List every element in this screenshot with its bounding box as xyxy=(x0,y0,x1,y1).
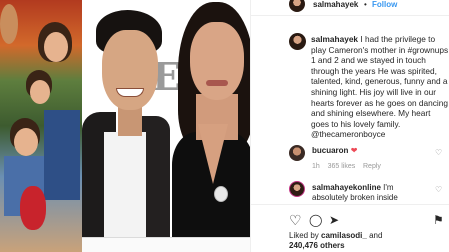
post-caption: salmahayek I had the privilege to play C… xyxy=(311,34,449,140)
photo-figure xyxy=(206,80,228,86)
bookmark-icon[interactable]: ⚑ xyxy=(433,213,444,227)
comment-item: bucuaron ❤ xyxy=(312,146,357,155)
photo-figure xyxy=(44,110,80,200)
photo-brooch xyxy=(214,186,228,202)
comment-username[interactable]: salmahayekonline xyxy=(312,183,381,192)
photo-toy xyxy=(20,186,46,230)
post-side-panel: salmahayek • Follow salmahayek I had the… xyxy=(250,0,449,252)
avatar[interactable] xyxy=(289,145,305,161)
avatar[interactable] xyxy=(289,0,305,12)
comment-username[interactable]: bucuaron xyxy=(312,146,348,155)
photo-figure xyxy=(14,128,38,156)
heart-icon[interactable]: ♡ xyxy=(289,213,302,227)
post-actions: ♡ ◯ ➤ ⚑ Liked by camilasodi_ and 240,476… xyxy=(251,204,449,252)
previous-post-photo xyxy=(0,0,82,252)
avatar[interactable] xyxy=(289,181,305,197)
avatar[interactable] xyxy=(289,33,306,50)
header-username[interactable]: salmahayek xyxy=(313,0,358,9)
follow-button[interactable]: Follow xyxy=(372,0,397,9)
post-header: salmahayek • Follow xyxy=(251,0,449,16)
caption-username[interactable]: salmahayek xyxy=(311,34,358,44)
comment-item: salmahayekonline I'm absolutely broken i… xyxy=(312,183,430,203)
photo-figure xyxy=(30,80,50,104)
comment-time: 1h xyxy=(312,163,320,170)
photo-figure xyxy=(104,132,146,237)
likes-line: Liked by camilasodi_ and xyxy=(289,231,382,240)
header-separator: • xyxy=(364,0,367,9)
photo-figure xyxy=(44,32,68,62)
comment-meta: 1h 365 likes Reply xyxy=(312,163,381,170)
liked-by-user[interactable]: camilasodi_ xyxy=(321,231,367,240)
caption-text: I had the privilege to play Cameron's mo… xyxy=(311,34,449,140)
likes-count[interactable]: 240,476 others xyxy=(289,241,345,250)
share-icon[interactable]: ➤ xyxy=(329,213,339,227)
comment-like-icon[interactable]: ♡ xyxy=(435,148,442,157)
likes-prefix: Liked by xyxy=(289,231,322,240)
photo-figure xyxy=(0,4,18,44)
likes-suffix: and xyxy=(366,231,383,240)
comment-like-icon[interactable]: ♡ xyxy=(435,185,442,194)
likes-others[interactable]: 240,476 others xyxy=(289,241,345,250)
comment-icon[interactable]: ◯ xyxy=(309,213,322,227)
heart-emoji: ❤ xyxy=(350,146,358,155)
post-photo[interactable]: E xyxy=(82,0,250,238)
comment-reply[interactable]: Reply xyxy=(363,163,381,170)
photo-figure xyxy=(102,30,158,110)
comment-likes[interactable]: 365 likes xyxy=(328,163,356,170)
photo-figure xyxy=(190,22,244,100)
